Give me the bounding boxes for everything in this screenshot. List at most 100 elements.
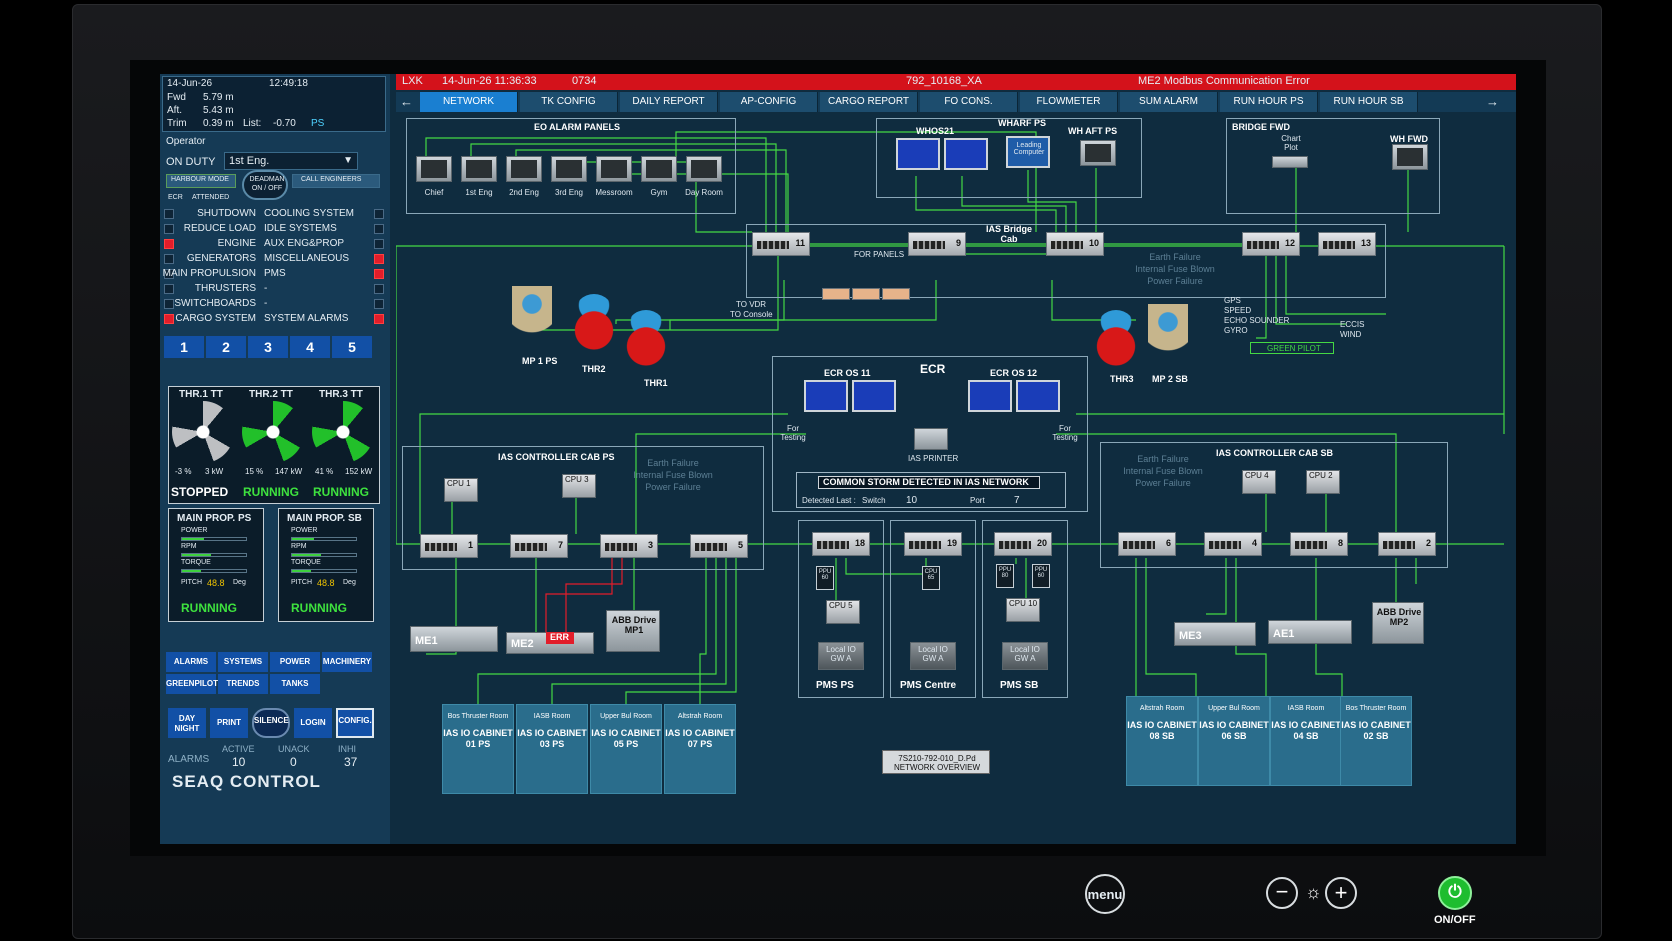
eo-panel-screen[interactable]	[461, 156, 497, 182]
ecr-os11-monitor-2[interactable]	[852, 380, 896, 412]
me1-unit[interactable]: ME1	[410, 626, 498, 652]
forward-arrow-icon[interactable]: →	[1486, 94, 1499, 109]
network-switch[interactable]: 11	[752, 232, 810, 256]
thr1-motor[interactable]	[626, 310, 666, 366]
nav-tanks-button[interactable]: TANKS	[270, 674, 320, 694]
abb-drive-mp1[interactable]: ABB Drive MP1	[606, 610, 660, 652]
group-button-left[interactable]: SWITCHBOARDS	[174, 298, 256, 309]
group-button-left[interactable]: ENGINE	[218, 238, 256, 249]
back-arrow-icon[interactable]: ←	[400, 94, 413, 109]
fan-icon[interactable]	[242, 401, 304, 463]
tool-printbutton[interactable]: PRINT	[210, 708, 248, 738]
network-switch[interactable]: 6	[1118, 532, 1176, 556]
on-duty-select[interactable]: 1st Eng. ▼	[224, 152, 358, 170]
eo-panel-screen[interactable]	[416, 156, 452, 182]
nav-greenpilot-button[interactable]: GREENPILOT	[166, 674, 218, 694]
ias-printer[interactable]	[914, 428, 948, 450]
nav-trends-button[interactable]: TRENDS	[218, 674, 268, 694]
network-switch[interactable]: 9	[908, 232, 966, 256]
storm-alert[interactable]: COMMON STORM DETECTED IN IAS NETWORK	[818, 476, 1040, 489]
panel-module-2[interactable]	[852, 288, 880, 300]
thr3-motor[interactable]	[1096, 310, 1136, 366]
group-button-right[interactable]: IDLE SYSTEMS	[264, 223, 337, 234]
group-button-right[interactable]: COOLING SYSTEM	[264, 208, 354, 219]
eo-panel-screen[interactable]	[551, 156, 587, 182]
wh-aft-pc[interactable]	[1080, 140, 1116, 166]
green-pilot-box[interactable]: GREEN PILOT	[1250, 342, 1334, 354]
io-cabinet[interactable]: Bos Thruster Room IAS IO CABINET 02 SB	[1340, 696, 1412, 786]
io-cabinet[interactable]: IASB Room IAS IO CABINET 04 SB	[1270, 696, 1342, 786]
wh-fwd-pc[interactable]	[1392, 144, 1428, 170]
network-switch[interactable]: 13	[1318, 232, 1376, 256]
network-switch[interactable]: 5	[690, 534, 748, 558]
menu-button[interactable]: menu	[1085, 874, 1125, 914]
tab-tk-config[interactable]: TK CONFIG	[520, 92, 618, 112]
network-switch[interactable]: 2	[1378, 532, 1436, 556]
panel-module-3[interactable]	[882, 288, 910, 300]
io-cabinet[interactable]: IASB Room IAS IO CABINET 03 PS	[516, 704, 588, 794]
harbour-mode-button[interactable]: HARBOUR MODE	[166, 174, 236, 188]
tab-sum-alarm[interactable]: SUM ALARM	[1120, 92, 1218, 112]
io-cabinet[interactable]: Altstrah Room IAS IO CABINET 07 PS	[664, 704, 736, 794]
me3-unit[interactable]: ME3	[1174, 622, 1256, 646]
tab-daily-report[interactable]: DAILY REPORT	[620, 92, 718, 112]
brightness-down-button[interactable]: −	[1266, 877, 1298, 909]
ecr-os11-monitor-1[interactable]	[804, 380, 848, 412]
network-switch[interactable]: 8	[1290, 532, 1348, 556]
panel-module-1[interactable]	[822, 288, 850, 300]
page-button-1[interactable]: 1	[164, 336, 204, 358]
ecr-os12-monitor-2[interactable]	[1016, 380, 1060, 412]
fan-icon[interactable]	[312, 401, 374, 463]
mp2-sb-motor[interactable]	[1148, 304, 1188, 364]
io-cabinet[interactable]: Upper Bul Room IAS IO CABINET 06 SB	[1198, 696, 1270, 786]
group-button-left[interactable]: MAIN PROPULSION	[163, 268, 256, 279]
io-cabinet[interactable]: Altstrah Room IAS IO CABINET 08 SB	[1126, 696, 1198, 786]
group-button-left[interactable]: REDUCE LOAD	[184, 223, 256, 234]
error-message[interactable]: ME2 Modbus Communication Error	[1138, 75, 1310, 87]
eo-panel-screen[interactable]	[596, 156, 632, 182]
nav-machinery-button[interactable]: MACHINERY	[322, 652, 372, 672]
network-switch[interactable]: 10	[1046, 232, 1104, 256]
group-button-right[interactable]: AUX ENG&PROP	[264, 238, 344, 249]
group-button-right[interactable]: SYSTEM ALARMS	[264, 313, 348, 324]
ecr-os12-monitor-1[interactable]	[968, 380, 1012, 412]
group-button-right[interactable]: MISCELLANEOUS	[264, 253, 349, 264]
fan-icon[interactable]	[172, 401, 234, 463]
group-button-right[interactable]: PMS	[264, 268, 286, 279]
tab-run-hour-ps[interactable]: RUN HOUR PS	[1220, 92, 1318, 112]
tool-config-button[interactable]: CONFIG.	[336, 708, 374, 738]
network-switch[interactable]: 20	[994, 532, 1052, 556]
group-button-left[interactable]: SHUTDOWN	[197, 208, 256, 219]
network-switch[interactable]: 7	[510, 534, 568, 558]
main-prop-panel[interactable]: MAIN PROP. SB POWER RPM TORQUE PITCH 48.8 Deg R…	[278, 508, 374, 622]
group-button-right[interactable]: -	[264, 298, 267, 309]
group-button-right[interactable]: -	[264, 283, 267, 294]
tab-flowmeter[interactable]: FLOWMETER	[1020, 92, 1118, 112]
network-switch[interactable]: 18	[812, 532, 870, 556]
group-button-left[interactable]: THRUSTERS	[195, 283, 256, 294]
tool-loginbutton[interactable]: LOGIN	[294, 708, 332, 738]
tab-run-hour-sb[interactable]: RUN HOUR SB	[1320, 92, 1418, 112]
page-button-5[interactable]: 5	[332, 336, 372, 358]
mp1-ps-motor[interactable]	[512, 286, 552, 346]
group-button-left[interactable]: CARGO SYSTEM	[175, 313, 256, 324]
network-switch[interactable]: 12	[1242, 232, 1300, 256]
io-cabinet[interactable]: Upper Bul Room IAS IO CABINET 05 PS	[590, 704, 662, 794]
whos-monitor-2[interactable]	[944, 138, 988, 170]
nav-power-button[interactable]: POWER	[270, 652, 320, 672]
tool-silencebutton[interactable]: SILENCE	[252, 708, 290, 738]
tab-fo-cons-[interactable]: FO CONS.	[920, 92, 1018, 112]
eo-panel-screen[interactable]	[686, 156, 722, 182]
eo-panel-screen[interactable]	[506, 156, 542, 182]
network-switch[interactable]: 4	[1204, 532, 1262, 556]
nav-systems-button[interactable]: SYSTEMS	[218, 652, 268, 672]
whos-monitor-1[interactable]	[896, 138, 940, 170]
power-icon[interactable]: ⏻	[1438, 876, 1472, 910]
call-engineers-button[interactable]: CALL ENGINEERS	[292, 174, 380, 188]
tool-day-nightbutton[interactable]: DAY NIGHT	[168, 708, 206, 738]
tab-ap-config[interactable]: AP-CONFIG	[720, 92, 818, 112]
network-switch[interactable]: 3	[600, 534, 658, 558]
chart-plot-device[interactable]	[1272, 156, 1308, 168]
page-button-3[interactable]: 3	[248, 336, 288, 358]
io-cabinet[interactable]: Bos Thruster Room IAS IO CABINET 01 PS	[442, 704, 514, 794]
